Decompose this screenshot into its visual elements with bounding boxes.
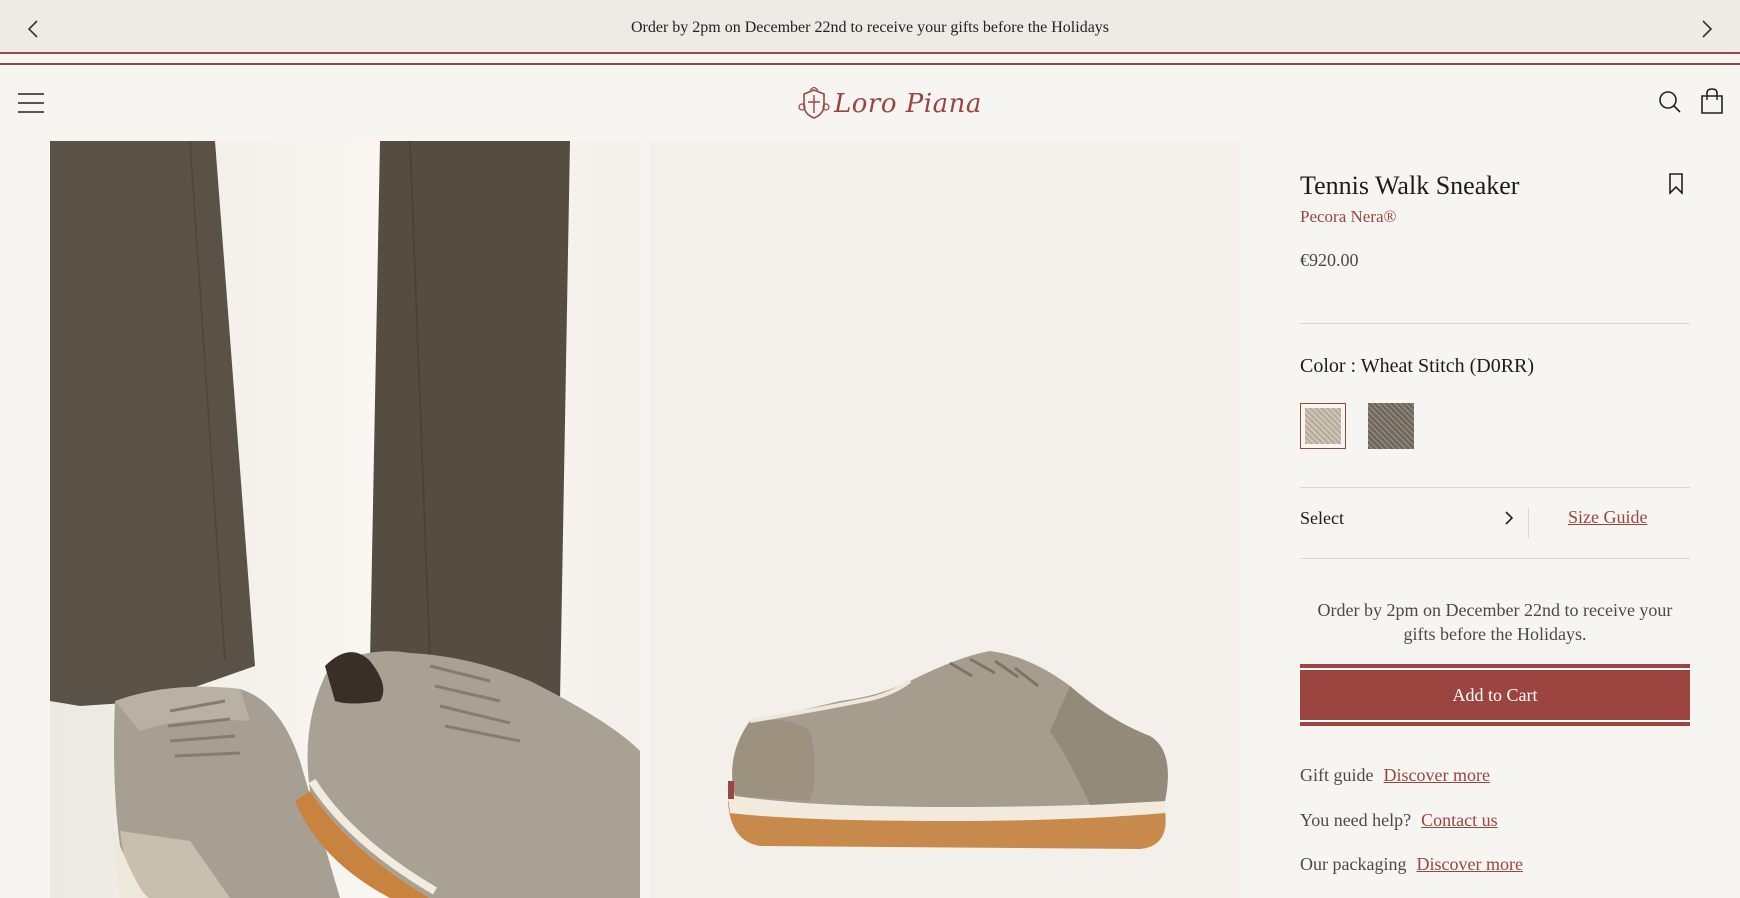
divider [1528, 508, 1529, 538]
product-title: Tennis Walk Sneaker [1300, 171, 1520, 200]
packaging-label: Our packaging [1300, 854, 1407, 874]
delivery-note: Order by 2pm on December 22nd to receive… [1317, 600, 1673, 644]
packaging-link[interactable]: Discover more [1416, 854, 1522, 874]
divider [1300, 323, 1690, 324]
chevron-left-icon[interactable] [22, 18, 44, 40]
color-swatch-dark[interactable] [1368, 403, 1414, 449]
size-guide-link[interactable]: Size Guide [1568, 507, 1647, 528]
announcement-text: Order by 2pm on December 22nd to receive… [630, 19, 1110, 36]
contact-us-link[interactable]: Contact us [1421, 810, 1498, 830]
chevron-right-icon [1505, 511, 1514, 525]
site-header: Loro Piana [0, 66, 1740, 142]
help-label: You need help? [1300, 810, 1412, 830]
gift-guide-label: Gift guide [1300, 765, 1374, 785]
bookmark-icon[interactable] [1668, 173, 1684, 195]
announcement-bar: Order by 2pm on December 22nd to receive… [0, 0, 1740, 65]
crest-icon [798, 87, 830, 119]
brand-logo[interactable]: Loro Piana [798, 84, 982, 124]
search-icon[interactable] [1658, 90, 1682, 114]
packaging-row: Our packaging Discover more [1300, 854, 1523, 875]
gift-guide-row: Gift guide Discover more [1300, 765, 1490, 786]
add-to-cart-button[interactable]: Add to Cart [1300, 664, 1690, 726]
gift-guide-link[interactable]: Discover more [1384, 765, 1490, 785]
chevron-right-icon[interactable] [1696, 18, 1718, 40]
size-select-dropdown[interactable]: Select [1300, 496, 1528, 540]
shopping-bag-icon[interactable] [1700, 88, 1724, 114]
logo-text: Loro Piana [834, 89, 982, 119]
product-price: €920.00 [1300, 250, 1359, 270]
product-image-worn[interactable] [50, 141, 640, 898]
divider [1300, 487, 1690, 488]
divider [1300, 558, 1690, 559]
size-select-label: Select [1300, 507, 1344, 528]
product-material: Pecora Nera® [1300, 207, 1397, 226]
product-details-panel: Tennis Walk Sneaker Pecora Nera® €920.00… [1300, 141, 1690, 898]
product-image-side[interactable] [650, 141, 1240, 898]
hamburger-icon[interactable] [18, 90, 44, 116]
color-swatch-wheat-stitch[interactable] [1300, 403, 1346, 449]
color-label: Color : Wheat Stitch (D0RR) [1300, 355, 1535, 377]
help-row: You need help? Contact us [1300, 810, 1498, 831]
